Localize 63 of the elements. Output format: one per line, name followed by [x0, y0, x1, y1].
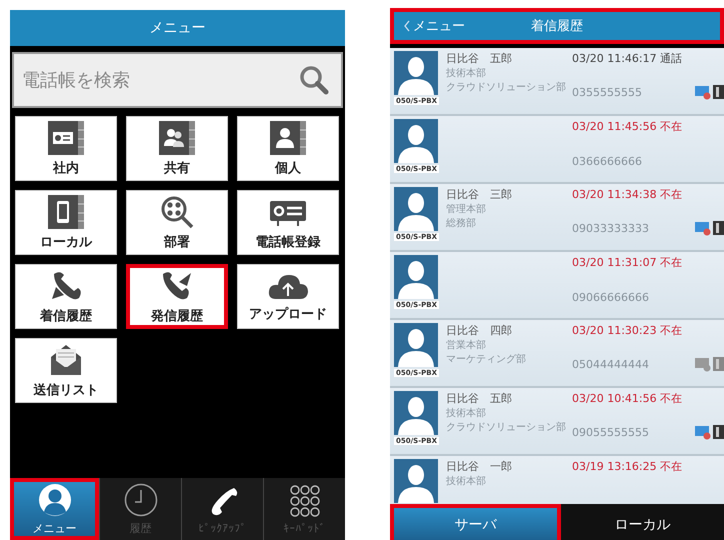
call-time: 03/19 13:16:25 不在 [572, 459, 684, 474]
avatar-silhouette-icon [394, 323, 438, 367]
phone-number: 0366666666 [572, 155, 642, 168]
department-text: 管理本部 [446, 202, 487, 216]
menu-tile[interactable]: 送信リスト [15, 338, 117, 403]
back-button[interactable]: メニュー [400, 12, 469, 40]
phone-number: 05044444444 [572, 358, 649, 370]
call-time: 03/20 11:45:56 不在 [572, 119, 684, 134]
call-time: 03/20 11:34:38 不在 [572, 187, 684, 202]
nav-tab[interactable]: メニュー [10, 478, 99, 540]
id-card-book-icon [48, 120, 84, 154]
section-text: 総務部 [446, 216, 477, 230]
people-book-icon [159, 120, 195, 154]
department-text: 技術本部 [446, 474, 487, 488]
phone-number: 09055555555 [572, 426, 649, 438]
person-circle-icon [38, 482, 72, 516]
tab[interactable]: サーバ [390, 504, 561, 540]
search-field[interactable]: 電話帳を検索 [12, 52, 343, 108]
smartphone-book-icon [48, 194, 84, 228]
screen-title: 着信履歴 [531, 18, 583, 35]
avatar-silhouette-icon [394, 391, 438, 435]
avatar-silhouette-icon [394, 51, 438, 95]
phone-number: 09066666666 [572, 291, 649, 304]
section-text: クラウドソリューション部 [446, 80, 567, 94]
call-time: 03/20 11:31:07 不在 [572, 255, 684, 270]
section-text: マーケティング部 [446, 352, 527, 366]
envelope-icon [48, 342, 84, 376]
menu-tile[interactable]: アップロード [237, 264, 339, 329]
menu-tile[interactable]: 電話帳登録 [237, 190, 339, 255]
phone-number: 0355555555 [572, 86, 642, 98]
contact-name: 日比谷 四郎 [446, 323, 513, 338]
menu-tile[interactable]: 着信履歴 [15, 264, 117, 329]
magnifier-icon [159, 194, 195, 228]
tab[interactable]: ローカル [561, 504, 724, 540]
search-icon [299, 65, 329, 95]
contact-name: 日比谷 一郎 [446, 459, 513, 474]
contact-name: 日比谷 三郎 [446, 187, 513, 202]
department-text: 技術本部 [446, 66, 487, 80]
person-book-icon [270, 120, 306, 154]
menu-tile[interactable]: 社内 [15, 116, 117, 181]
contact-name: 日比谷 五郎 [446, 51, 513, 66]
avatar-silhouette-icon [394, 255, 438, 299]
contact-name: 日比谷 五郎 [446, 391, 513, 406]
menu-tile[interactable]: 発信履歴 [126, 264, 228, 329]
department-text: 技術本部 [446, 406, 487, 420]
menu-tile[interactable]: 部署 [126, 190, 228, 255]
menu-tile[interactable]: 個人 [237, 116, 339, 181]
avatar-silhouette-icon [394, 187, 438, 231]
chevron-left-icon [404, 20, 410, 32]
department-text: 営業本部 [446, 338, 487, 352]
clock-icon [124, 482, 158, 516]
avatar-silhouette-icon [394, 459, 438, 503]
keypad-icon [288, 484, 322, 518]
call-history-row[interactable]: 日比谷 一郎 技術本部 03/19 13:16:25 不在 [390, 456, 724, 504]
screen-title: メニュー [10, 10, 345, 46]
call-time: 03/20 10:41:56 不在 [572, 391, 684, 406]
avatar-silhouette-icon [394, 119, 438, 163]
call-time: 03/20 11:46:17 通話 [572, 51, 684, 66]
phone-number: 09033333333 [572, 222, 649, 234]
call-time: 03/20 11:30:23 不在 [572, 323, 684, 338]
section-text: クラウドソリューション部 [446, 420, 567, 434]
menu-tile[interactable]: 共有 [126, 116, 228, 181]
menu-tile[interactable]: ローカル [15, 190, 117, 255]
